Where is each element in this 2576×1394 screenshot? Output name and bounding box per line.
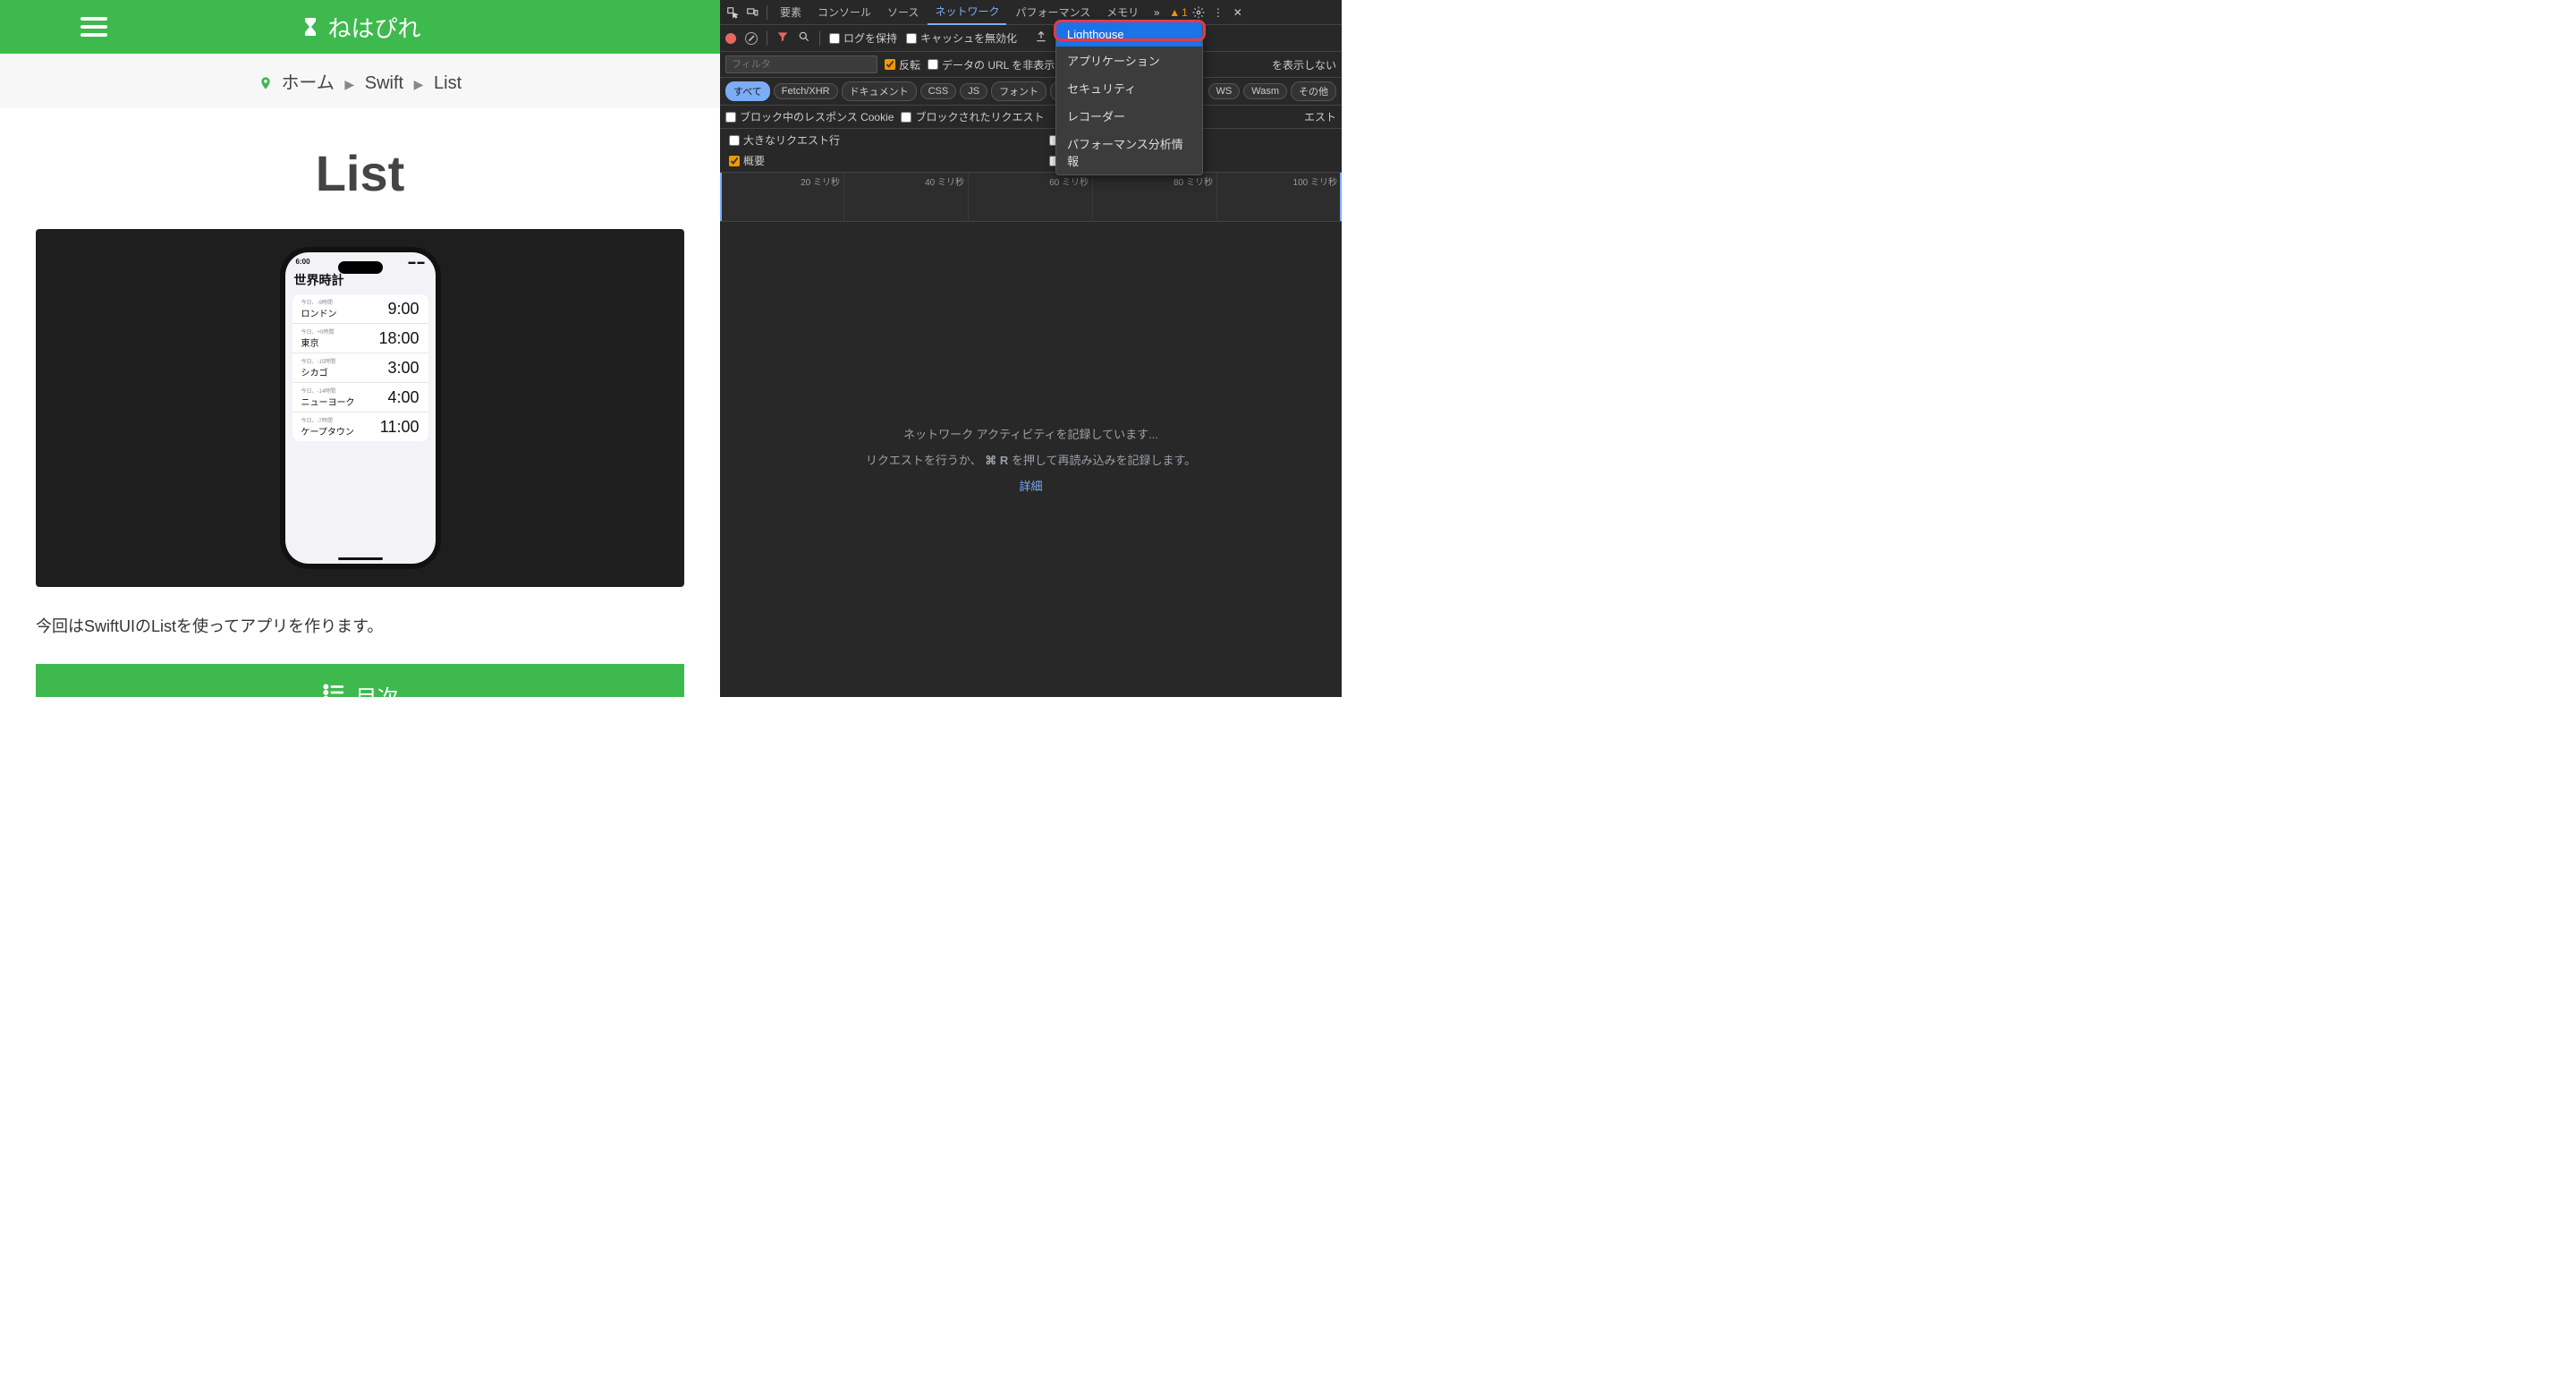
tab-elements[interactable]: 要素 <box>773 0 809 24</box>
chevron-right-icon: ▶ <box>414 77 424 91</box>
pill-other[interactable]: その他 <box>1291 81 1336 101</box>
chevron-right-icon: ▶ <box>344 77 354 91</box>
empty-line2: リクエストを行うか、 ⌘ R を押して再読み込みを記録します。 <box>866 451 1196 468</box>
clock-row: 今日、-14時間ニューヨーク4:00 <box>292 383 428 412</box>
dropdown-perf-insights[interactable]: パフォーマンス分析情報 <box>1056 130 1202 174</box>
overview-checkbox[interactable]: 概要 <box>729 153 1013 168</box>
invert-checkbox[interactable]: 反転 <box>885 57 920 72</box>
clock-row: 今日、-15時間シカゴ3:00 <box>292 353 428 383</box>
phone-clock: 6:00 <box>296 258 310 266</box>
upload-icon[interactable] <box>1035 30 1047 46</box>
inspect-icon[interactable] <box>724 4 741 21</box>
dropdown-application[interactable]: アプリケーション <box>1056 47 1202 74</box>
clock-row: 今日、-9時間ロンドン9:00 <box>292 294 428 324</box>
view-options-row: 大きなリクエスト行 概要 フレーム別にグループ化 スクリーンショット <box>720 129 1342 173</box>
warning-badge[interactable]: ▲ 1 <box>1169 6 1188 19</box>
blocked-cookies-checkbox[interactable]: ブロック中のレスポンス Cookie <box>725 109 894 124</box>
home-indicator <box>338 557 383 560</box>
clock-row: 今日、-7時間ケープタウン11:00 <box>292 412 428 441</box>
hero-image: 6:00 ▬▬ 世界時計 今日、-9時間ロンドン9:00 今日、+0時間東京18… <box>36 229 684 587</box>
tab-memory[interactable]: メモリ <box>1099 0 1146 24</box>
phone-mockup: 6:00 ▬▬ 世界時計 今日、-9時間ロンドン9:00 今日、+0時間東京18… <box>280 247 441 569</box>
pill-css[interactable]: CSS <box>920 83 957 99</box>
empty-state: ネットワーク アクティビティを記録しています... リクエストを行うか、 ⌘ R… <box>720 222 1342 697</box>
site-header: ねはぴれ <box>0 0 720 54</box>
network-toolbar: ログを保持 キャッシュを無効化 <box>720 25 1342 52</box>
clock-row: 今日、+0時間東京18:00 <box>292 324 428 353</box>
resource-type-pills: すべて Fetch/XHR ドキュメント CSS JS フォント 画像 WS W… <box>720 78 1342 106</box>
site-title: ねはぴれ <box>327 11 420 44</box>
keyboard-shortcut: ⌘ R <box>985 454 1008 468</box>
pill-ws[interactable]: WS <box>1208 83 1241 99</box>
search-icon[interactable] <box>798 30 810 46</box>
dropdown-recorder[interactable]: レコーダー <box>1056 102 1202 130</box>
toc-button[interactable]: 目次 <box>36 664 684 697</box>
dropdown-lighthouse[interactable]: Lighthouse <box>1056 22 1202 47</box>
site-logo[interactable]: ねはぴれ <box>299 11 420 44</box>
hide-data-urls-checkbox[interactable]: データの URL を非表示 <box>928 57 1055 72</box>
menu-icon[interactable] <box>80 17 107 37</box>
pill-fetch[interactable]: Fetch/XHR <box>774 83 838 99</box>
clear-icon[interactable] <box>745 32 758 45</box>
breadcrumb-mid[interactable]: Swift <box>365 73 403 93</box>
device-icon[interactable] <box>743 4 761 21</box>
list-icon <box>322 681 345 697</box>
more-tabs-dropdown: Lighthouse アプリケーション セキュリティ レコーダー パフォーマンス… <box>1055 21 1203 175</box>
status-icons: ▬▬ <box>409 258 425 266</box>
hourglass-icon <box>299 16 320 38</box>
gear-icon[interactable] <box>1190 4 1208 21</box>
breadcrumb: ホーム ▶ Swift ▶ List <box>0 54 720 108</box>
hide-ext-label: を表示しない <box>1272 57 1336 72</box>
filter-row: 反転 データの URL を非表示 を表示しない <box>720 52 1342 78</box>
pill-wasm[interactable]: Wasm <box>1243 83 1287 99</box>
details-link[interactable]: 詳細 <box>1019 477 1042 494</box>
large-rows-checkbox[interactable]: 大きなリクエスト行 <box>729 132 1013 148</box>
req-suffix: エスト <box>1304 109 1336 124</box>
pill-doc[interactable]: ドキュメント <box>842 81 917 101</box>
timeline-ruler[interactable]: 20 ミリ秒 40 ミリ秒 60 ミリ秒 80 ミリ秒 100 ミリ秒 <box>720 173 1342 222</box>
pill-font[interactable]: フォント <box>991 81 1046 101</box>
pill-all[interactable]: すべて <box>725 81 770 101</box>
close-icon[interactable]: ✕ <box>1229 4 1247 21</box>
preserve-log-checkbox[interactable]: ログを保持 <box>829 30 897 46</box>
kebab-icon[interactable]: ⋮ <box>1209 4 1227 21</box>
tab-sources[interactable]: ソース <box>880 0 926 24</box>
devtools-tab-bar: 要素 コンソール ソース ネットワーク パフォーマンス メモリ » ▲ 1 ⋮ … <box>720 0 1342 25</box>
filter-icon[interactable] <box>776 30 789 46</box>
page-title: List <box>36 144 684 202</box>
pin-icon <box>258 73 278 93</box>
breadcrumb-home[interactable]: ホーム <box>281 73 334 93</box>
breadcrumb-last[interactable]: List <box>434 73 462 93</box>
tab-network[interactable]: ネットワーク <box>928 0 1006 25</box>
filter-input[interactable] <box>725 55 877 73</box>
pill-js[interactable]: JS <box>960 83 987 99</box>
tab-performance[interactable]: パフォーマンス <box>1008 0 1097 24</box>
blocked-row: ブロック中のレスポンス Cookie ブロックされたリクエスト エスト <box>720 106 1342 129</box>
intro-text: 今回はSwiftUIのListを使ってアプリを作ります。 <box>36 614 684 637</box>
record-icon[interactable] <box>725 33 736 44</box>
clock-list: 今日、-9時間ロンドン9:00 今日、+0時間東京18:00 今日、-15時間シ… <box>292 294 428 441</box>
blocked-requests-checkbox[interactable]: ブロックされたリクエスト <box>901 109 1044 124</box>
tab-console[interactable]: コンソール <box>810 0 878 24</box>
disable-cache-checkbox[interactable]: キャッシュを無効化 <box>906 30 1017 46</box>
empty-line1: ネットワーク アクティビティを記録しています... <box>903 425 1158 442</box>
toc-label: 目次 <box>356 680 399 697</box>
phone-notch <box>338 261 383 274</box>
dropdown-security[interactable]: セキュリティ <box>1056 74 1202 102</box>
more-tabs-icon[interactable]: » <box>1148 4 1165 21</box>
